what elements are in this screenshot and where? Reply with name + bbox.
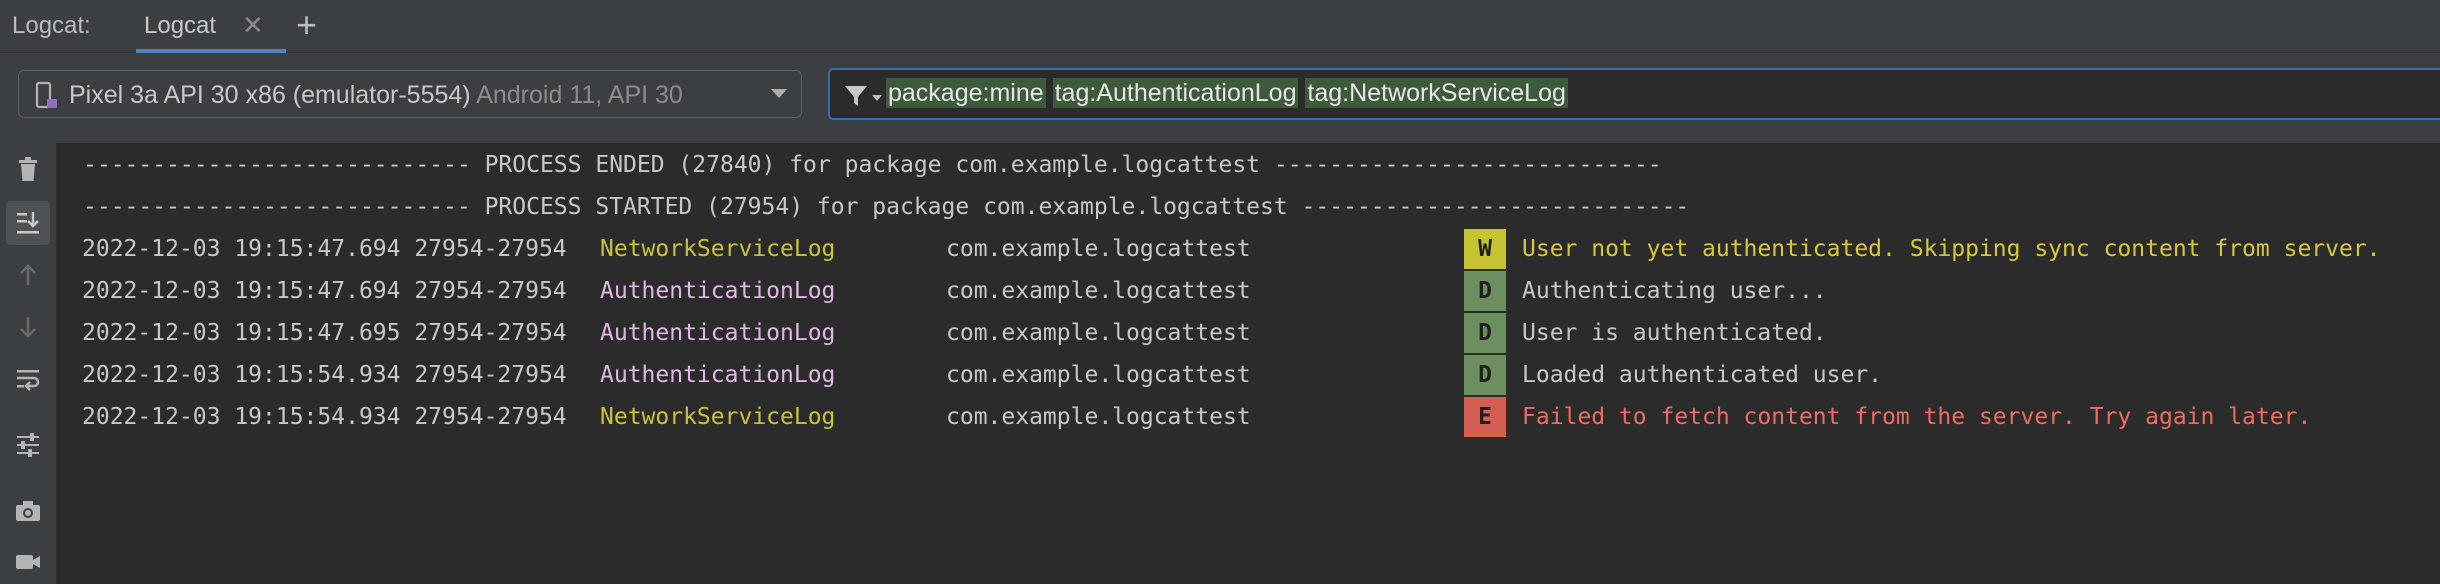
arrow-down-icon[interactable] <box>14 313 42 341</box>
log-package: com.example.logcattest <box>946 404 1251 430</box>
log-timestamp: 2022-12-03 19:15:47.695 27954-27954 <box>82 320 567 346</box>
tab-logcat-label: Logcat <box>144 12 217 39</box>
log-level-badge: D <box>1464 271 1506 311</box>
chevron-down-icon <box>771 89 787 98</box>
filter-chip-tag-auth: tag:AuthenticationLog <box>1052 78 1299 108</box>
device-selector-label: Pixel 3a API 30 x86 (emulator-5554) Andr… <box>69 81 683 110</box>
scroll-to-end-icon[interactable] <box>6 201 50 245</box>
log-level-badge: D <box>1464 313 1506 353</box>
log-message: User not yet authenticated. Skipping syn… <box>1522 236 2381 262</box>
settings-sliders-icon[interactable] <box>14 431 42 459</box>
log-message: Authenticating user... <box>1522 278 1827 304</box>
log-entry[interactable]: 2022-12-03 19:15:47.694 27954-27954 Netw… <box>57 229 2440 269</box>
tab-bar: Logcat: Logcat ✕ + <box>0 0 2440 53</box>
device-selector[interactable]: Pixel 3a API 30 x86 (emulator-5554) Andr… <box>18 70 802 118</box>
log-message: Loaded authenticated user. <box>1522 362 1883 388</box>
log-timestamp: 2022-12-03 19:15:54.934 27954-27954 <box>82 362 567 388</box>
video-icon[interactable] <box>14 547 42 575</box>
process-ended-line: ---------------------------- PROCESS END… <box>83 152 1662 178</box>
log-level-badge: W <box>1464 229 1506 269</box>
log-entry[interactable]: 2022-12-03 19:15:54.934 27954-27954 Netw… <box>57 397 2440 437</box>
device-api: Android 11, API 30 <box>476 81 683 109</box>
filter-input[interactable]: package:mine tag:AuthenticationLog tag:N… <box>828 68 2440 120</box>
device-name: Pixel 3a API 30 x86 (emulator-5554) <box>69 81 471 109</box>
logcat-toolbar: Pixel 3a API 30 x86 (emulator-5554) Andr… <box>0 53 2440 143</box>
filter-icon[interactable] <box>842 82 870 115</box>
log-timestamp: 2022-12-03 19:15:47.694 27954-27954 <box>82 236 567 262</box>
log-tag: AuthenticationLog <box>600 362 836 388</box>
log-output[interactable]: ---------------------------- PROCESS END… <box>57 143 2440 584</box>
log-entry[interactable]: 2022-12-03 19:15:47.695 27954-27954 Auth… <box>57 313 2440 353</box>
add-tab-button[interactable]: + <box>296 4 317 46</box>
log-tag: AuthenticationLog <box>600 320 836 346</box>
close-icon[interactable]: ✕ <box>242 10 264 41</box>
log-tag: AuthenticationLog <box>600 278 836 304</box>
log-tag: NetworkServiceLog <box>600 236 836 262</box>
process-started-line: ---------------------------- PROCESS STA… <box>83 194 1690 220</box>
log-package: com.example.logcattest <box>946 236 1251 262</box>
camera-icon[interactable] <box>14 497 42 525</box>
log-timestamp: 2022-12-03 19:15:54.934 27954-27954 <box>82 404 567 430</box>
filter-query[interactable]: package:mine tag:AuthenticationLog tag:N… <box>886 78 1568 108</box>
log-entry[interactable]: 2022-12-03 19:15:47.694 27954-27954 Auth… <box>57 271 2440 311</box>
filter-chip-package: package:mine <box>886 78 1046 108</box>
log-entry[interactable]: 2022-12-03 19:15:54.934 27954-27954 Auth… <box>57 355 2440 395</box>
tab-logcat[interactable]: Logcat ✕ <box>136 0 286 53</box>
log-message: User is authenticated. <box>1522 320 1827 346</box>
log-level-badge: E <box>1464 397 1506 437</box>
arrow-up-icon[interactable] <box>14 261 42 289</box>
log-tag: NetworkServiceLog <box>600 404 836 430</box>
filter-dropdown-caret-icon[interactable] <box>872 95 882 101</box>
log-package: com.example.logcattest <box>946 278 1251 304</box>
log-message: Failed to fetch content from the server.… <box>1522 404 2312 430</box>
log-timestamp: 2022-12-03 19:15:47.694 27954-27954 <box>82 278 567 304</box>
logcat-side-toolbar <box>0 143 57 584</box>
log-level-badge: D <box>1464 355 1506 395</box>
trash-icon[interactable] <box>14 155 42 183</box>
log-package: com.example.logcattest <box>946 320 1251 346</box>
soft-wrap-icon[interactable] <box>14 365 42 393</box>
tool-window-title: Logcat: <box>12 12 91 39</box>
log-package: com.example.logcattest <box>946 362 1251 388</box>
phone-icon <box>33 81 59 116</box>
filter-chip-tag-network: tag:NetworkServiceLog <box>1305 78 1568 108</box>
